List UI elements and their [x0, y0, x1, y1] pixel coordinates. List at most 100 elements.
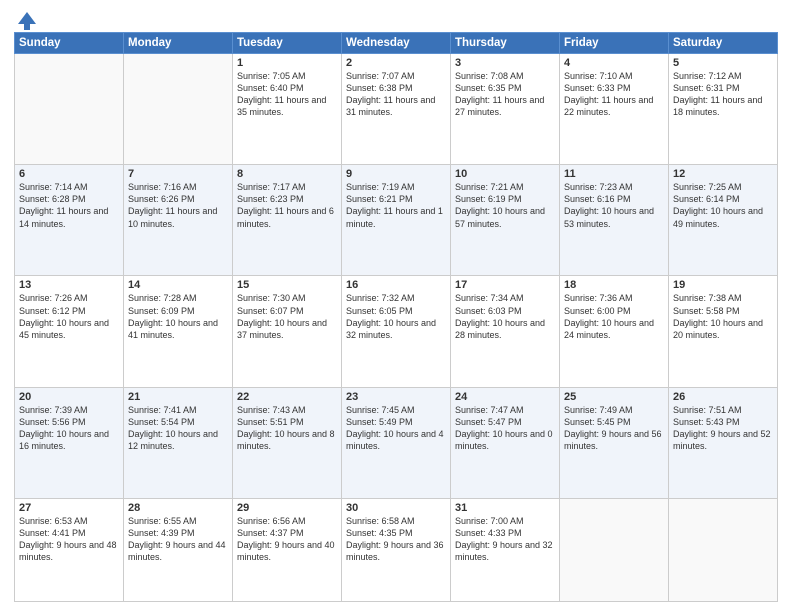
- calendar-cell: 27Sunrise: 6:53 AM Sunset: 4:41 PM Dayli…: [15, 498, 124, 601]
- cell-info: Sunrise: 7:17 AM Sunset: 6:23 PM Dayligh…: [237, 181, 337, 230]
- calendar-cell: 15Sunrise: 7:30 AM Sunset: 6:07 PM Dayli…: [233, 276, 342, 387]
- cell-info: Sunrise: 7:34 AM Sunset: 6:03 PM Dayligh…: [455, 292, 555, 341]
- calendar-cell: 17Sunrise: 7:34 AM Sunset: 6:03 PM Dayli…: [451, 276, 560, 387]
- calendar-cell: 4Sunrise: 7:10 AM Sunset: 6:33 PM Daylig…: [560, 54, 669, 165]
- calendar-week-row: 27Sunrise: 6:53 AM Sunset: 4:41 PM Dayli…: [15, 498, 778, 601]
- day-number: 5: [673, 57, 773, 69]
- calendar-cell: 25Sunrise: 7:49 AM Sunset: 5:45 PM Dayli…: [560, 387, 669, 498]
- calendar-cell: 12Sunrise: 7:25 AM Sunset: 6:14 PM Dayli…: [669, 165, 778, 276]
- calendar-cell: 9Sunrise: 7:19 AM Sunset: 6:21 PM Daylig…: [342, 165, 451, 276]
- day-number: 6: [19, 168, 119, 180]
- day-number: 30: [346, 502, 446, 514]
- day-number: 7: [128, 168, 228, 180]
- day-number: 9: [346, 168, 446, 180]
- calendar-cell: 16Sunrise: 7:32 AM Sunset: 6:05 PM Dayli…: [342, 276, 451, 387]
- cell-info: Sunrise: 7:25 AM Sunset: 6:14 PM Dayligh…: [673, 181, 773, 230]
- cell-info: Sunrise: 6:53 AM Sunset: 4:41 PM Dayligh…: [19, 515, 119, 564]
- day-number: 1: [237, 57, 337, 69]
- calendar-week-row: 6Sunrise: 7:14 AM Sunset: 6:28 PM Daylig…: [15, 165, 778, 276]
- calendar-cell: 31Sunrise: 7:00 AM Sunset: 4:33 PM Dayli…: [451, 498, 560, 601]
- cell-info: Sunrise: 7:39 AM Sunset: 5:56 PM Dayligh…: [19, 404, 119, 453]
- day-number: 27: [19, 502, 119, 514]
- calendar-header-thursday: Thursday: [451, 33, 560, 54]
- cell-info: Sunrise: 7:30 AM Sunset: 6:07 PM Dayligh…: [237, 292, 337, 341]
- day-number: 22: [237, 391, 337, 403]
- calendar-cell: 29Sunrise: 6:56 AM Sunset: 4:37 PM Dayli…: [233, 498, 342, 601]
- calendar-header-saturday: Saturday: [669, 33, 778, 54]
- logo: [14, 14, 38, 28]
- calendar-header-wednesday: Wednesday: [342, 33, 451, 54]
- header: [14, 10, 778, 28]
- day-number: 2: [346, 57, 446, 69]
- calendar-cell: [669, 498, 778, 601]
- cell-info: Sunrise: 7:10 AM Sunset: 6:33 PM Dayligh…: [564, 70, 664, 119]
- day-number: 8: [237, 168, 337, 180]
- cell-info: Sunrise: 7:05 AM Sunset: 6:40 PM Dayligh…: [237, 70, 337, 119]
- calendar-cell: 2Sunrise: 7:07 AM Sunset: 6:38 PM Daylig…: [342, 54, 451, 165]
- day-number: 18: [564, 279, 664, 291]
- cell-info: Sunrise: 7:14 AM Sunset: 6:28 PM Dayligh…: [19, 181, 119, 230]
- cell-info: Sunrise: 7:32 AM Sunset: 6:05 PM Dayligh…: [346, 292, 446, 341]
- cell-info: Sunrise: 7:45 AM Sunset: 5:49 PM Dayligh…: [346, 404, 446, 453]
- calendar-header-row: SundayMondayTuesdayWednesdayThursdayFrid…: [15, 33, 778, 54]
- day-number: 11: [564, 168, 664, 180]
- calendar-table: SundayMondayTuesdayWednesdayThursdayFrid…: [14, 32, 778, 602]
- cell-info: Sunrise: 7:47 AM Sunset: 5:47 PM Dayligh…: [455, 404, 555, 453]
- day-number: 3: [455, 57, 555, 69]
- cell-info: Sunrise: 7:00 AM Sunset: 4:33 PM Dayligh…: [455, 515, 555, 564]
- calendar-cell: [124, 54, 233, 165]
- cell-info: Sunrise: 7:07 AM Sunset: 6:38 PM Dayligh…: [346, 70, 446, 119]
- calendar-cell: 10Sunrise: 7:21 AM Sunset: 6:19 PM Dayli…: [451, 165, 560, 276]
- calendar-cell: 13Sunrise: 7:26 AM Sunset: 6:12 PM Dayli…: [15, 276, 124, 387]
- calendar-header-tuesday: Tuesday: [233, 33, 342, 54]
- day-number: 16: [346, 279, 446, 291]
- calendar-header-sunday: Sunday: [15, 33, 124, 54]
- cell-info: Sunrise: 7:51 AM Sunset: 5:43 PM Dayligh…: [673, 404, 773, 453]
- cell-info: Sunrise: 7:16 AM Sunset: 6:26 PM Dayligh…: [128, 181, 228, 230]
- day-number: 14: [128, 279, 228, 291]
- calendar-cell: 30Sunrise: 6:58 AM Sunset: 4:35 PM Dayli…: [342, 498, 451, 601]
- calendar-header-friday: Friday: [560, 33, 669, 54]
- logo-icon: [16, 10, 38, 32]
- day-number: 19: [673, 279, 773, 291]
- calendar-cell: 14Sunrise: 7:28 AM Sunset: 6:09 PM Dayli…: [124, 276, 233, 387]
- day-number: 23: [346, 391, 446, 403]
- day-number: 29: [237, 502, 337, 514]
- calendar-cell: 20Sunrise: 7:39 AM Sunset: 5:56 PM Dayli…: [15, 387, 124, 498]
- day-number: 15: [237, 279, 337, 291]
- day-number: 17: [455, 279, 555, 291]
- day-number: 26: [673, 391, 773, 403]
- calendar-cell: 26Sunrise: 7:51 AM Sunset: 5:43 PM Dayli…: [669, 387, 778, 498]
- calendar-header-monday: Monday: [124, 33, 233, 54]
- cell-info: Sunrise: 7:43 AM Sunset: 5:51 PM Dayligh…: [237, 404, 337, 453]
- calendar-cell: 22Sunrise: 7:43 AM Sunset: 5:51 PM Dayli…: [233, 387, 342, 498]
- day-number: 25: [564, 391, 664, 403]
- cell-info: Sunrise: 7:38 AM Sunset: 5:58 PM Dayligh…: [673, 292, 773, 341]
- cell-info: Sunrise: 7:26 AM Sunset: 6:12 PM Dayligh…: [19, 292, 119, 341]
- cell-info: Sunrise: 6:58 AM Sunset: 4:35 PM Dayligh…: [346, 515, 446, 564]
- day-number: 4: [564, 57, 664, 69]
- day-number: 21: [128, 391, 228, 403]
- calendar-cell: 11Sunrise: 7:23 AM Sunset: 6:16 PM Dayli…: [560, 165, 669, 276]
- cell-info: Sunrise: 7:23 AM Sunset: 6:16 PM Dayligh…: [564, 181, 664, 230]
- calendar-cell: 6Sunrise: 7:14 AM Sunset: 6:28 PM Daylig…: [15, 165, 124, 276]
- calendar-cell: 5Sunrise: 7:12 AM Sunset: 6:31 PM Daylig…: [669, 54, 778, 165]
- page: SundayMondayTuesdayWednesdayThursdayFrid…: [0, 0, 792, 612]
- calendar-cell: [15, 54, 124, 165]
- cell-info: Sunrise: 7:19 AM Sunset: 6:21 PM Dayligh…: [346, 181, 446, 230]
- cell-info: Sunrise: 7:12 AM Sunset: 6:31 PM Dayligh…: [673, 70, 773, 119]
- calendar-week-row: 1Sunrise: 7:05 AM Sunset: 6:40 PM Daylig…: [15, 54, 778, 165]
- calendar-cell: 28Sunrise: 6:55 AM Sunset: 4:39 PM Dayli…: [124, 498, 233, 601]
- calendar-week-row: 20Sunrise: 7:39 AM Sunset: 5:56 PM Dayli…: [15, 387, 778, 498]
- calendar-cell: 23Sunrise: 7:45 AM Sunset: 5:49 PM Dayli…: [342, 387, 451, 498]
- calendar-cell: [560, 498, 669, 601]
- day-number: 31: [455, 502, 555, 514]
- calendar-cell: 7Sunrise: 7:16 AM Sunset: 6:26 PM Daylig…: [124, 165, 233, 276]
- calendar-cell: 3Sunrise: 7:08 AM Sunset: 6:35 PM Daylig…: [451, 54, 560, 165]
- cell-info: Sunrise: 6:55 AM Sunset: 4:39 PM Dayligh…: [128, 515, 228, 564]
- cell-info: Sunrise: 7:36 AM Sunset: 6:00 PM Dayligh…: [564, 292, 664, 341]
- calendar-cell: 1Sunrise: 7:05 AM Sunset: 6:40 PM Daylig…: [233, 54, 342, 165]
- calendar-cell: 21Sunrise: 7:41 AM Sunset: 5:54 PM Dayli…: [124, 387, 233, 498]
- calendar-cell: 19Sunrise: 7:38 AM Sunset: 5:58 PM Dayli…: [669, 276, 778, 387]
- day-number: 28: [128, 502, 228, 514]
